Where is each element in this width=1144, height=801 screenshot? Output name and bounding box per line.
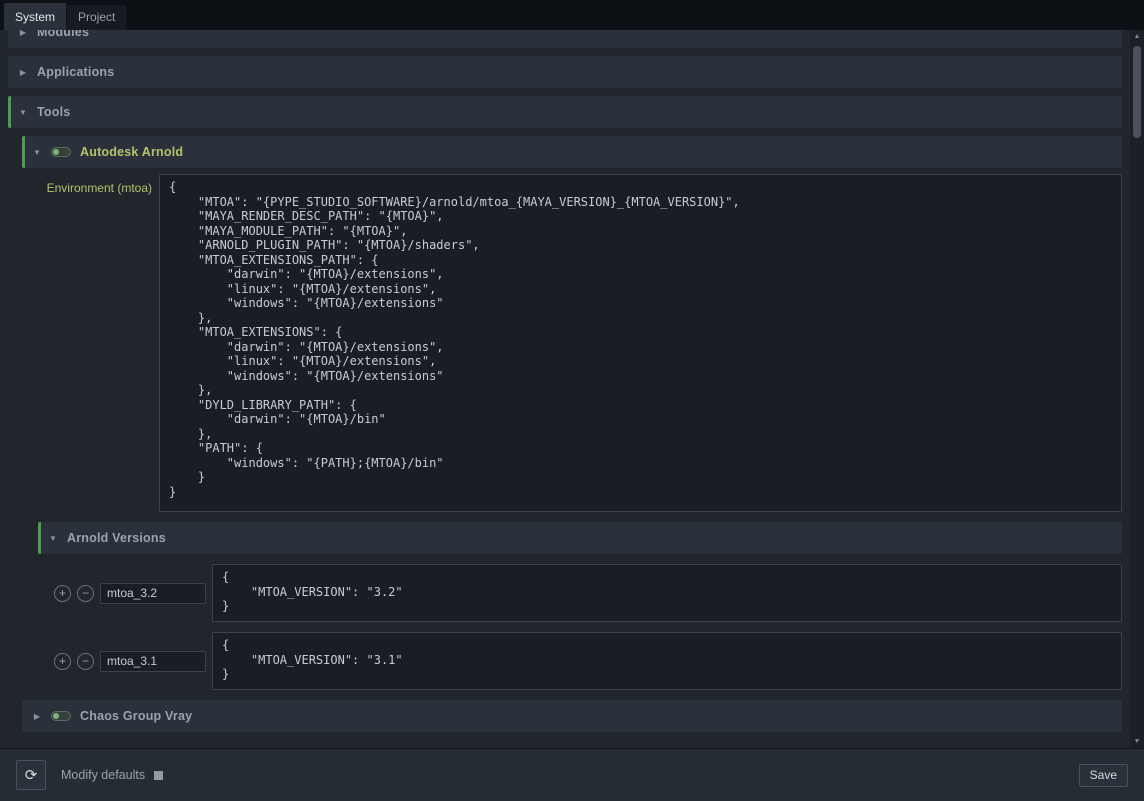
- collapse-arrow-icon: ▶: [18, 30, 28, 37]
- arnold-versions-header[interactable]: ▼ Arnold Versions: [38, 522, 1122, 554]
- scrollbar-thumb[interactable]: [1133, 46, 1141, 138]
- expand-arrow-icon: ▼: [48, 534, 58, 543]
- arnold-version-row: + − { "MTOA_VERSION": "3.1" }: [54, 632, 1122, 690]
- version-key-input[interactable]: [100, 583, 206, 604]
- chaos-group-vray-header[interactable]: ▶ Chaos Group Vray: [22, 700, 1122, 732]
- environment-field-row: Environment (mtoa) { "MTOA": "{PYPE_STUD…: [34, 174, 1122, 512]
- settings-window: System Project ▶ Modules ▶ Applications: [0, 0, 1144, 801]
- add-version-button[interactable]: +: [54, 585, 71, 602]
- tab-bar: System Project: [0, 0, 1144, 30]
- version-key-input[interactable]: [100, 651, 206, 672]
- scroll-up-arrow-icon[interactable]: ▲: [1130, 30, 1144, 43]
- expand-arrow-icon: ▼: [18, 108, 28, 117]
- tab-system[interactable]: System: [4, 3, 66, 30]
- arnold-version-row: + − { "MTOA_VERSION": "3.2" }: [54, 564, 1122, 622]
- autodesk-arnold-title: Autodesk Arnold: [80, 145, 183, 159]
- section-modules-title: Modules: [37, 30, 89, 39]
- section-modules-header[interactable]: ▶ Modules: [8, 30, 1122, 48]
- collapse-arrow-icon: ▶: [18, 68, 28, 77]
- section-arnold-versions: ▼ Arnold Versions + − { "MTOA_VERSION": …: [38, 522, 1122, 690]
- environment-mtoa-textarea[interactable]: { "MTOA": "{PYPE_STUDIO_SOFTWARE}/arnold…: [159, 174, 1122, 512]
- refresh-icon: ⟳: [25, 766, 38, 784]
- arnold-versions-title: Arnold Versions: [67, 531, 166, 545]
- collapse-arrow-icon: ▶: [32, 712, 42, 721]
- version-value-textarea[interactable]: { "MTOA_VERSION": "3.1" }: [212, 632, 1122, 690]
- footer: ⟳ Modify defaults Save: [0, 748, 1144, 801]
- modify-defaults-checkbox[interactable]: [154, 771, 163, 780]
- environment-mtoa-label: Environment (mtoa): [34, 174, 152, 195]
- arnold-enabled-toggle[interactable]: [51, 147, 71, 157]
- autodesk-arnold-body: Environment (mtoa) { "MTOA": "{PYPE_STUD…: [22, 174, 1122, 690]
- vray-enabled-toggle[interactable]: [51, 711, 71, 721]
- section-tools-title: Tools: [37, 105, 70, 119]
- refresh-button[interactable]: ⟳: [16, 760, 46, 790]
- section-tools: ▼ Tools ▼ Autodesk Arnold: [8, 96, 1122, 732]
- settings-scroll-area: ▶ Modules ▶ Applications ▼ Tools: [0, 30, 1144, 748]
- scroll-down-arrow-icon[interactable]: ▼: [1130, 735, 1144, 748]
- section-applications-title: Applications: [37, 65, 114, 79]
- autodesk-arnold-header[interactable]: ▼ Autodesk Arnold: [22, 136, 1122, 168]
- section-applications: ▶ Applications: [8, 56, 1122, 88]
- section-applications-header[interactable]: ▶ Applications: [8, 56, 1122, 88]
- section-autodesk-arnold: ▼ Autodesk Arnold Environment (mtoa) { "…: [22, 136, 1122, 690]
- section-chaos-group-vray: ▶ Chaos Group Vray: [22, 700, 1122, 732]
- version-value-textarea[interactable]: { "MTOA_VERSION": "3.2" }: [212, 564, 1122, 622]
- modify-defaults-label: Modify defaults: [61, 768, 145, 782]
- expand-arrow-icon: ▼: [32, 148, 42, 157]
- tab-project[interactable]: Project: [67, 5, 126, 30]
- chaos-group-vray-title: Chaos Group Vray: [80, 709, 192, 723]
- add-version-button[interactable]: +: [54, 653, 71, 670]
- settings-sections: ▶ Modules ▶ Applications ▼ Tools: [0, 30, 1130, 748]
- section-modules: ▶ Modules: [8, 30, 1122, 48]
- section-tools-body: ▼ Autodesk Arnold Environment (mtoa) { "…: [8, 136, 1122, 732]
- arnold-versions-body: + − { "MTOA_VERSION": "3.2" } + −: [38, 564, 1122, 690]
- toggle-knob: [53, 713, 59, 719]
- save-button[interactable]: Save: [1079, 764, 1128, 787]
- section-tools-header[interactable]: ▼ Tools: [8, 96, 1122, 128]
- toggle-knob: [53, 149, 59, 155]
- vertical-scrollbar[interactable]: ▲ ▼: [1130, 30, 1144, 748]
- remove-version-button[interactable]: −: [77, 585, 94, 602]
- remove-version-button[interactable]: −: [77, 653, 94, 670]
